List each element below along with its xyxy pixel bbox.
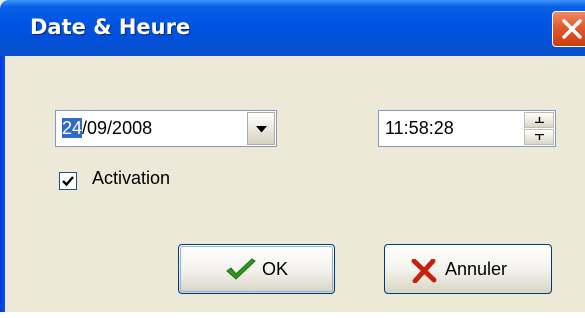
window-frame-left — [0, 56, 5, 318]
checkmark-icon — [226, 258, 256, 280]
activation-label[interactable]: Activation — [92, 168, 170, 189]
checkbox-check-icon — [62, 176, 74, 187]
time-field[interactable]: 11:58:28 — [378, 110, 556, 147]
cancel-button[interactable]: Annuler — [384, 244, 552, 294]
spin-up-icon — [535, 117, 544, 123]
x-mark-icon — [411, 259, 437, 283]
time-spin-down-button[interactable] — [524, 129, 554, 145]
activation-checkbox[interactable] — [59, 172, 77, 190]
title-bar[interactable]: Date & Heure — [0, 0, 585, 56]
spin-down-icon — [535, 134, 544, 140]
time-spin-up-button[interactable] — [524, 112, 554, 128]
cancel-button-label: Annuler — [445, 259, 508, 279]
close-button[interactable] — [552, 11, 585, 47]
dialog-window: Date & Heure 24/09/2008 11:58:28 Activat… — [0, 0, 585, 318]
time-spinner[interactable] — [524, 112, 554, 145]
window-title: Date & Heure — [30, 15, 191, 39]
ok-button-label: OK — [262, 259, 289, 279]
date-dropdown-button[interactable] — [247, 112, 275, 145]
date-day-selected[interactable]: 24 — [62, 118, 83, 138]
date-month-year[interactable]: /09/2008 — [82, 118, 152, 138]
date-value[interactable]: 24/09/2008 — [62, 118, 152, 139]
date-picker[interactable]: 24/09/2008 — [55, 110, 277, 147]
time-value[interactable]: 11:58:28 — [385, 118, 454, 139]
chevron-down-icon — [256, 126, 267, 133]
ok-button[interactable]: OK — [178, 244, 335, 294]
close-icon — [562, 19, 582, 39]
window-frame-bottom — [0, 312, 585, 318]
